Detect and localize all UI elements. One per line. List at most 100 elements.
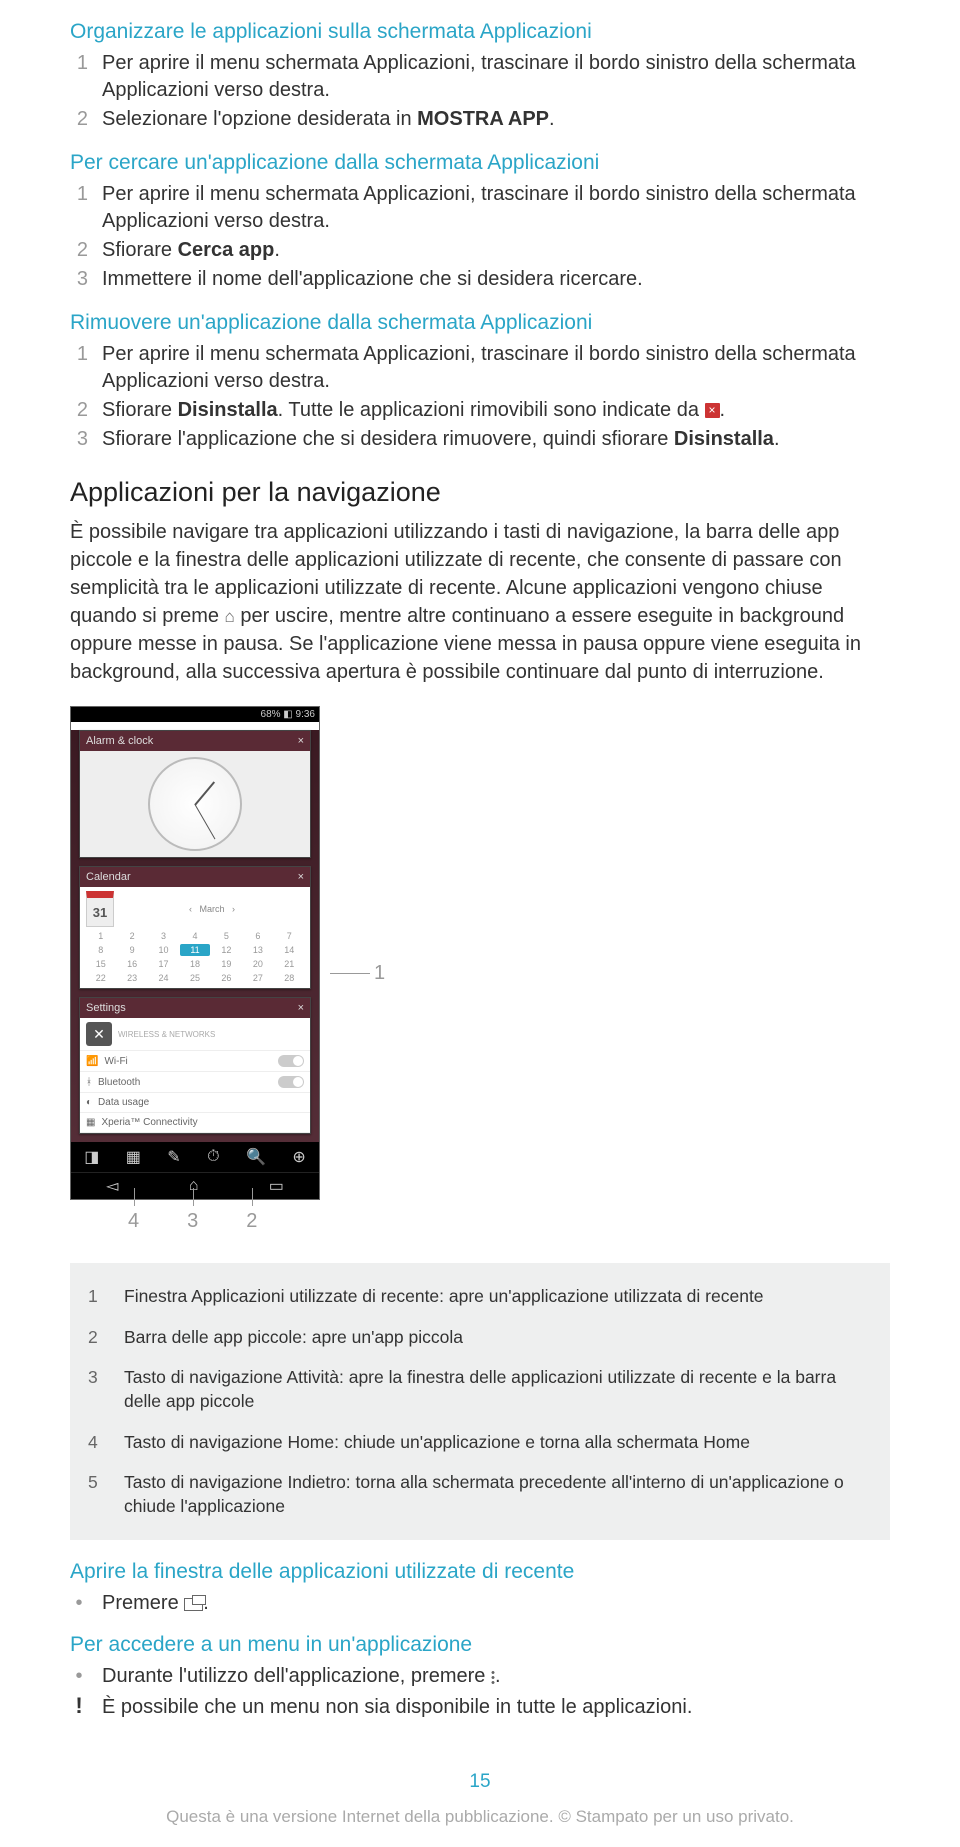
phone-body: Alarm & clock× Calendar× 31 ‹ March › 12… — [71, 730, 319, 1199]
text: . Tutte le applicazioni rimovibili sono … — [278, 399, 705, 421]
step-number: 2 — [70, 397, 88, 424]
legend-num: 5 — [88, 1471, 104, 1518]
step-number: 3 — [70, 426, 88, 453]
section-title: Per accedere a un menu in un'applicazion… — [70, 1633, 890, 1657]
legend-text: Barra delle app piccole: apre un'app pic… — [124, 1326, 463, 1350]
legend-num: 2 — [88, 1326, 104, 1350]
text: . — [274, 239, 280, 261]
bold-text: Disinstalla — [674, 428, 774, 450]
clock-body — [80, 751, 310, 857]
system-navbar: ◅ ⌂ ▭ — [71, 1172, 319, 1199]
settings-section: WIRELESS & NETWORKS — [118, 1030, 304, 1039]
warning-row: ! È possibile che un menu non sia dispon… — [70, 1694, 890, 1721]
step-text: Sfiorare Cerca app. — [102, 237, 890, 264]
text: . — [495, 1665, 501, 1687]
callout-number: 3 — [187, 1210, 198, 1233]
text: Sfiorare — [102, 239, 178, 261]
bullet-row: • Premere . — [70, 1590, 890, 1617]
recent-nav-icon: ▭ — [269, 1176, 284, 1196]
settings-label: Data usage — [98, 1097, 149, 1108]
bold-text: MOSTRA APP — [417, 108, 549, 130]
small-app-icon: ⏱ — [207, 1148, 219, 1166]
legend-row: 5 Tasto di navigazione Indietro: torna al… — [88, 1462, 872, 1526]
section-title: Aprire la finestra delle applicazioni ut… — [70, 1560, 890, 1584]
step-number: 1 — [70, 181, 88, 235]
small-app-icon: 🔍 — [246, 1147, 266, 1167]
settings-row: ▦Xperia™ Connectivity — [80, 1113, 310, 1133]
close-icon: × — [298, 1002, 304, 1014]
paragraph: È possibile navigare tra applicazioni ut… — [70, 518, 890, 686]
legend-row: 3Tasto di navigazione Attività: apre la … — [88, 1357, 872, 1421]
step-text: Selezionare l'opzione desiderata in MOST… — [102, 106, 890, 133]
step-text: Premere . — [102, 1590, 890, 1617]
calendar-day-icon: 31 — [86, 891, 114, 927]
callout-number: 4 — [128, 1210, 139, 1233]
step-row: 2 Sfiorare Disinstalla. Tutte le applica… — [70, 397, 890, 424]
home-icon: ⌂ — [225, 605, 235, 629]
legend-num: 1 — [88, 1285, 104, 1309]
step-text: Sfiorare l'applicazione che si desidera … — [102, 426, 890, 453]
toggle-icon — [278, 1055, 304, 1067]
bold-text: Disinstalla — [178, 399, 278, 421]
bottom-callouts: 4 3 2 — [70, 1210, 890, 1233]
legend-text: Tasto di navigazione Attività: apre la f… — [124, 1366, 872, 1413]
page-number: 15 — [70, 1771, 890, 1793]
remove-icon: × — [705, 403, 720, 418]
legend-row: 2 Barra delle app piccole: apre un'app pi… — [88, 1317, 872, 1358]
settings-row: ◐Data usage — [80, 1093, 310, 1113]
recent-apps-icon — [184, 1598, 203, 1611]
text: Sfiorare — [102, 399, 178, 421]
step-text: Per aprire il menu schermata Applicazion… — [102, 181, 890, 235]
legend-text: Tasto di navigazione Indietro: torna all… — [124, 1471, 872, 1518]
small-app-icon: ◨ — [84, 1147, 99, 1167]
settings-row: ✕ WIRELESS & NETWORKS — [80, 1018, 310, 1051]
step-row: 1 Per aprire il menu schermata Applicazi… — [70, 181, 890, 235]
text: . — [774, 428, 780, 450]
calendar-month: ‹ March › — [120, 904, 304, 914]
card-header: Settings× — [80, 998, 310, 1018]
step-number: 1 — [70, 341, 88, 395]
section-title: Rimuovere un'applicazione dalla schermat… — [70, 311, 890, 335]
text: Selezionare l'opzione desiderata in — [102, 108, 417, 130]
step-text: Per aprire il menu schermata Applicazion… — [102, 50, 890, 104]
heading-h2: Applicazioni per la navigazione — [70, 477, 890, 508]
step-row: 2 Selezionare l'opzione desiderata in MO… — [70, 106, 890, 133]
settings-body: ✕ WIRELESS & NETWORKS 📶Wi-Fi ᚼBluetooth … — [80, 1018, 310, 1133]
section-title: Organizzare le applicazioni sulla scherm… — [70, 20, 890, 44]
step-row: 1 Per aprire il menu schermata Applicazi… — [70, 50, 890, 104]
callout-number: 1 — [374, 962, 385, 985]
legend-box: 1Finestra Applicazioni utilizzate di rec… — [70, 1263, 890, 1540]
settings-label: Bluetooth — [98, 1077, 140, 1088]
warning-text: È possibile che un menu non sia disponib… — [102, 1694, 890, 1721]
text: Durante l'utilizzo dell'applicazione, pr… — [102, 1665, 491, 1687]
close-icon: × — [298, 871, 304, 883]
step-text: Per aprire il menu schermata Applicazion… — [102, 341, 890, 395]
legend-num: 4 — [88, 1431, 104, 1455]
text: Premere — [102, 1592, 184, 1614]
text: . — [720, 399, 726, 421]
step-number: 2 — [70, 106, 88, 133]
step-number: 2 — [70, 237, 88, 264]
small-app-icon: ▦ — [126, 1147, 141, 1167]
footer-note: Questa è una versione Internet della pub… — [70, 1807, 890, 1827]
status-bar: 68% ◧ 9:36 — [71, 707, 319, 722]
manual-page: Organizzare le applicazioni sulla scherm… — [0, 0, 960, 1847]
section-title: Per cercare un'applicazione dalla scherm… — [70, 151, 890, 175]
step-row: 3 Immettere il nome dell'applicazione ch… — [70, 266, 890, 293]
bold-text: Cerca app — [178, 239, 275, 261]
warning-icon: ! — [70, 1694, 88, 1721]
step-text: Immettere il nome dell'applicazione che … — [102, 266, 890, 293]
step-text: Durante l'utilizzo dell'applicazione, pr… — [102, 1663, 890, 1690]
step-number: 1 — [70, 50, 88, 104]
settings-label: Xperia™ Connectivity — [101, 1117, 197, 1128]
recent-app-card: Alarm & clock× — [79, 730, 311, 858]
settings-label: Wi-Fi — [104, 1056, 127, 1067]
text: March — [199, 904, 224, 914]
calendar-top: 31 ‹ March › — [86, 891, 304, 927]
step-text: Sfiorare Disinstalla. Tutte le applicazi… — [102, 397, 890, 424]
settings-row: ᚼBluetooth — [80, 1072, 310, 1093]
step-row: 3 Sfiorare l'applicazione che si desider… — [70, 426, 890, 453]
analog-clock-icon — [148, 757, 242, 851]
calendar-body: 31 ‹ March › 1234567 891011121314 151617… — [80, 887, 310, 988]
close-icon: × — [298, 735, 304, 747]
